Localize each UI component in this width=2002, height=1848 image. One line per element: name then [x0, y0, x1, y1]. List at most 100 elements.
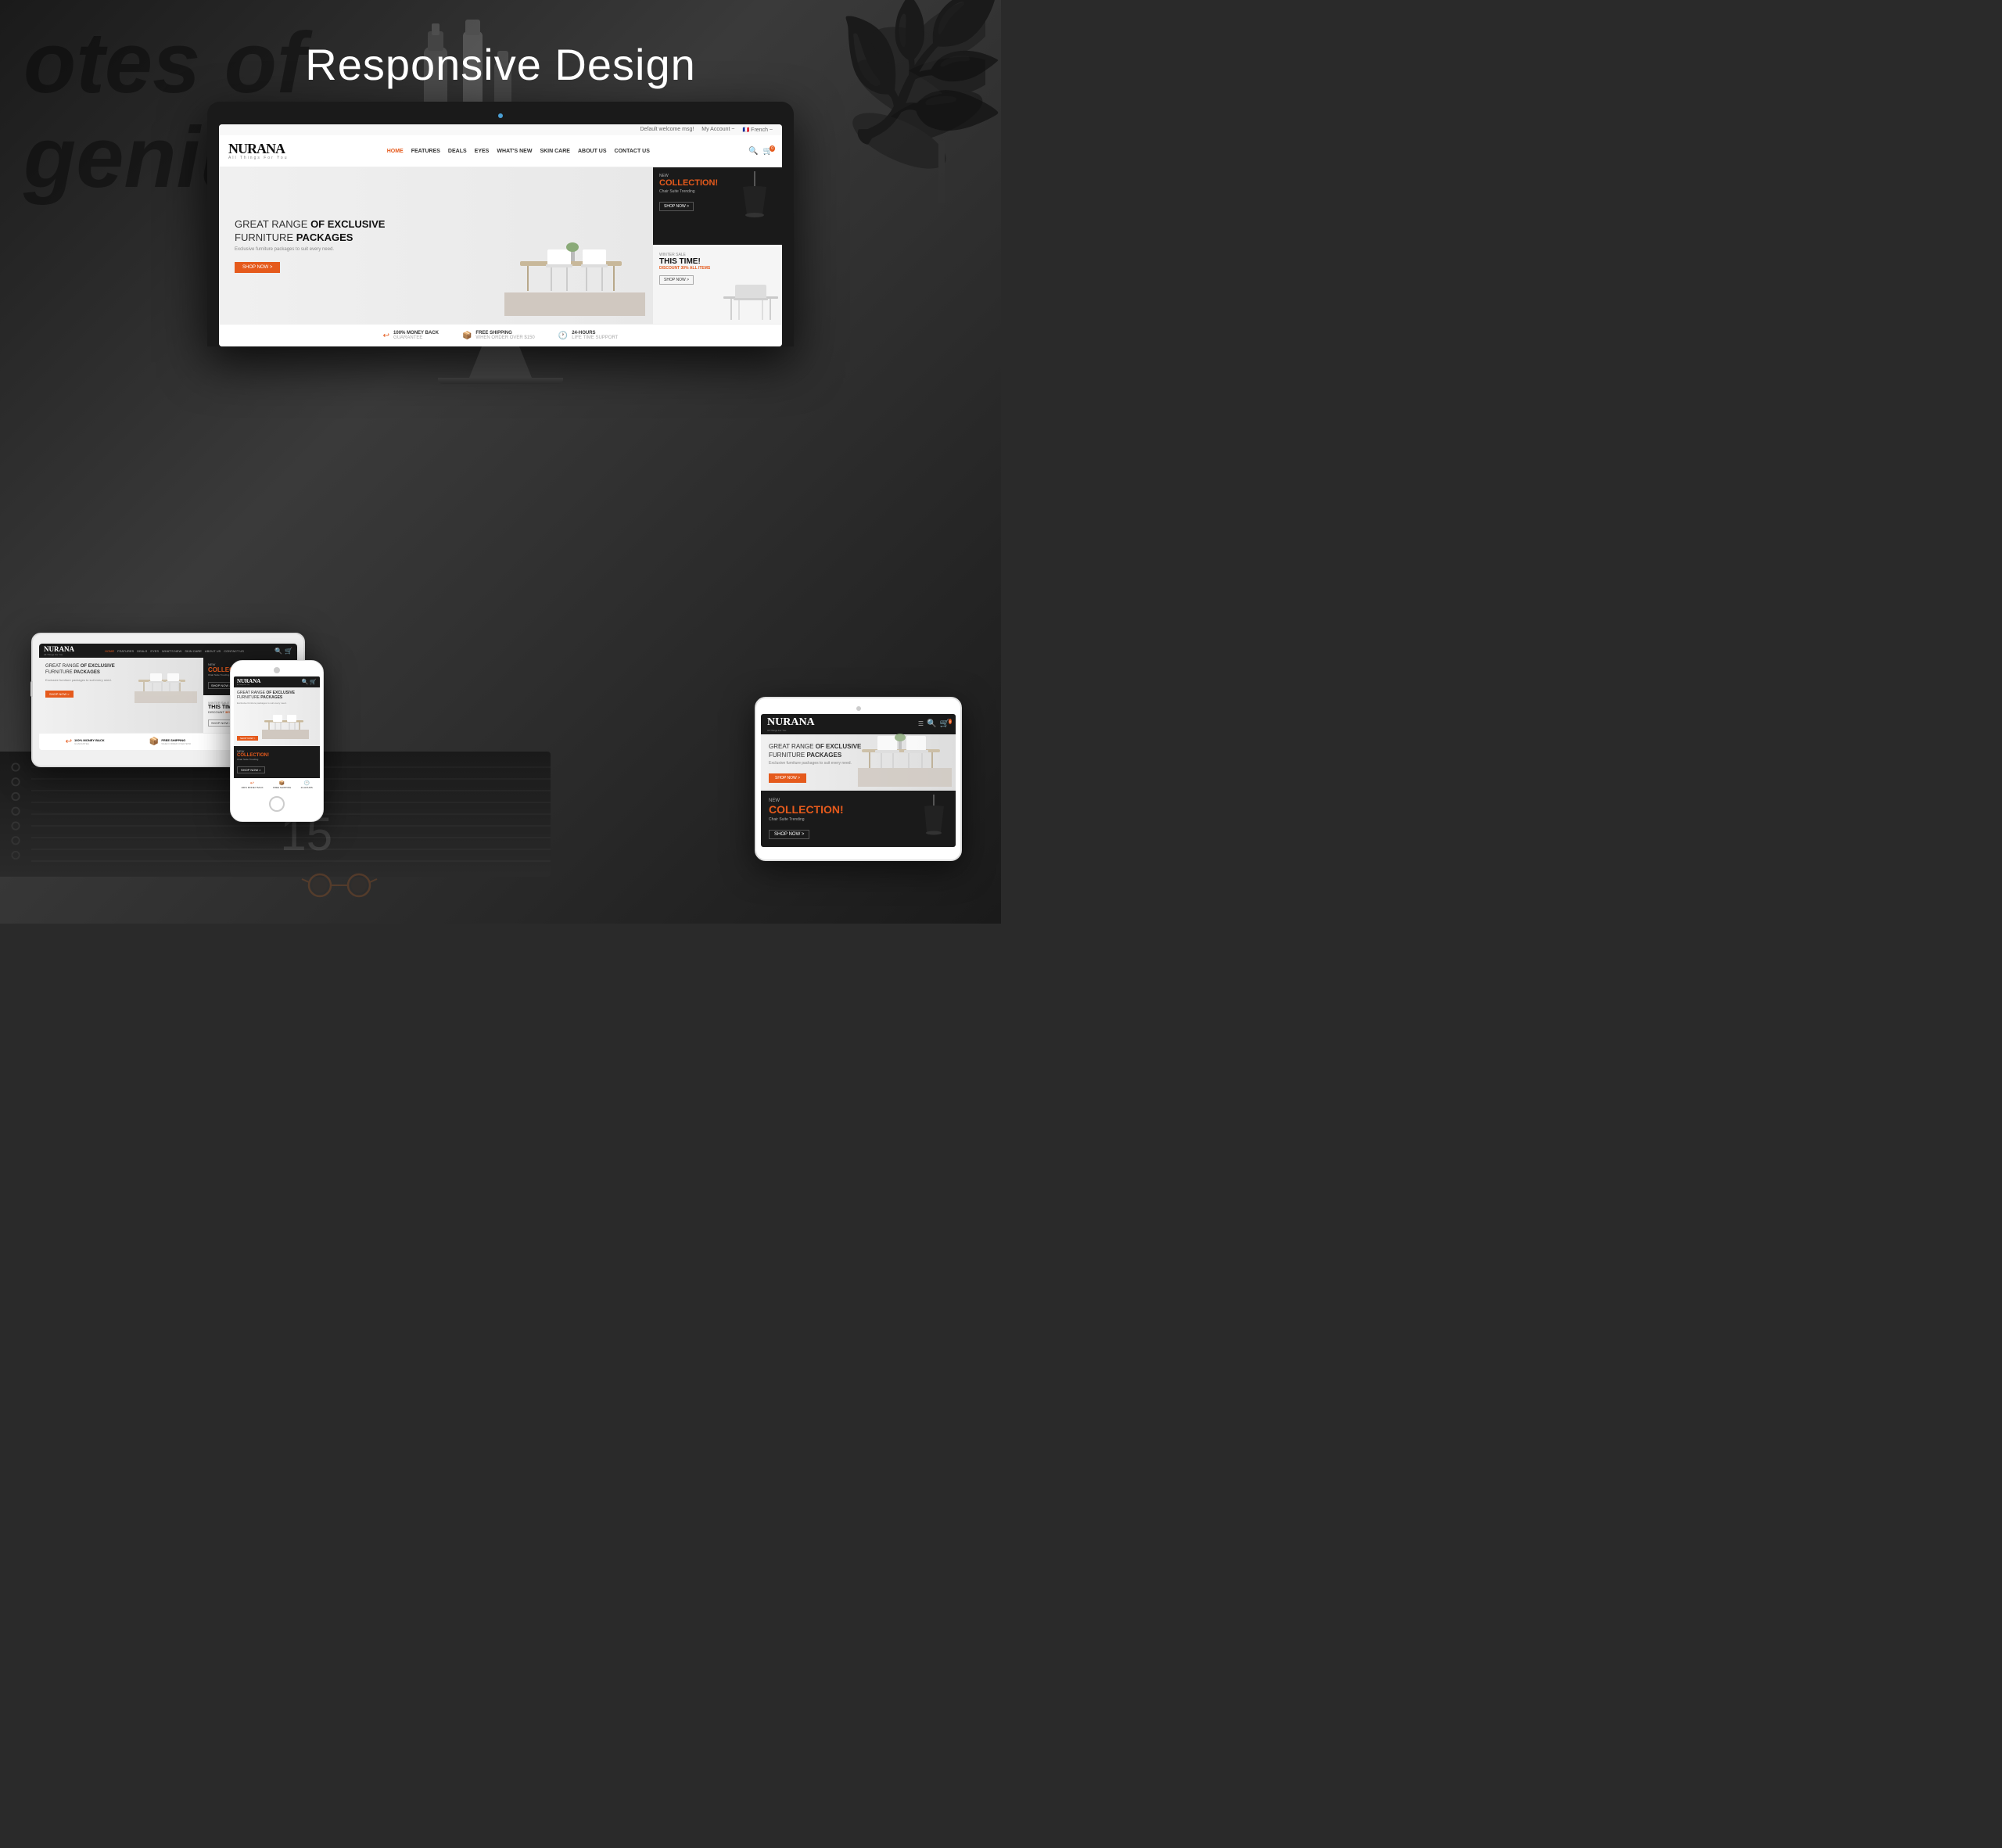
- lamp-decoration: [739, 171, 770, 226]
- tablet-hero-sub: Exclusive furniture packages to suit eve…: [45, 678, 130, 682]
- phone-logo-sub: All Things For You: [237, 684, 260, 686]
- tablet-hero-btn[interactable]: SHOP NOW >: [45, 691, 74, 698]
- tablet-right-shop-link[interactable]: SHOP NOW >: [769, 830, 809, 839]
- tablet-right-device: NURANA All Things For You ☰ 🔍 🛒0 GREAT R…: [755, 697, 962, 861]
- tablet-right-camera: [856, 706, 861, 711]
- account-link[interactable]: My Account ~: [701, 127, 734, 133]
- tablet-shipping-icon: 📦: [149, 737, 159, 746]
- hero-subtitle: Exclusive furniture packages to suit eve…: [235, 247, 637, 252]
- tablet-free-shipping: 📦 FREE SHIPPING WHEN ORDER OVER $150: [149, 737, 191, 746]
- feature-free-shipping: 📦 FREE SHIPPING WHEN ORDER OVER $150: [462, 331, 535, 340]
- phone-furniture-svg: [262, 708, 309, 739]
- nav-about-us[interactable]: ABOUT US: [578, 149, 607, 154]
- tablet-moneyback-sub: GUARANTEE: [74, 742, 105, 745]
- phone-shipping-icon: 📦: [273, 780, 291, 786]
- nav-deals[interactable]: DEALS: [448, 149, 467, 154]
- hero-main: GREAT RANGE OF EXCLUSIVE FURNITURE PACKA…: [219, 167, 653, 324]
- features-bar: ↩ 100% MONEY BACK GUARANTEE 📦 FREE SHIPP…: [219, 324, 782, 346]
- clock-icon: 🕐: [558, 332, 568, 340]
- phone-camera: [274, 667, 280, 673]
- phone-home-button[interactable]: [269, 796, 285, 812]
- tablet-search-icon[interactable]: 🔍: [274, 648, 282, 655]
- nav-whats-new[interactable]: WHAT'S NEW: [497, 149, 532, 154]
- winter-sale-shop-link[interactable]: SHOP NOW >: [659, 275, 694, 285]
- monitor: Default welcome msg! My Account ~ 🇫🇷 Fre…: [207, 102, 794, 346]
- tablet-main-hero: GREAT RANGE OF EXCLUSIVE FURNITURE PACKA…: [39, 658, 203, 733]
- tablet-right: NURANA All Things For You ☰ 🔍 🛒0 GREAT R…: [755, 697, 962, 861]
- phone-screen: NURANA All Things For You 🔍 🛒 GREAT RANG…: [234, 676, 320, 791]
- phone-search-icon[interactable]: 🔍: [302, 680, 309, 685]
- language-selector[interactable]: 🇫🇷 French ~: [743, 127, 773, 133]
- phone-cart-icon[interactable]: 🛒: [310, 680, 317, 685]
- tablet-logo-sub: All Things For You: [44, 653, 74, 656]
- cart-icon[interactable]: 🛒0: [763, 147, 773, 156]
- nav-home[interactable]: HOME: [387, 149, 404, 154]
- monitor-container: Default welcome msg! My Account ~ 🇫🇷 Fre…: [207, 102, 794, 384]
- monitor-screen: Default welcome msg! My Account ~ 🇫🇷 Fre…: [219, 124, 782, 346]
- tablet-right-collection: NEW COLLECTION! Chair Suite Trending SHO…: [761, 791, 956, 847]
- tablet-furniture-svg: [135, 664, 197, 703]
- tablet-shipping-sub: WHEN ORDER OVER $150: [161, 742, 191, 745]
- site-nav: HOME FEATURES DEALS EYES WHAT'S NEW SKIN…: [387, 149, 650, 154]
- website-content: Default welcome msg! My Account ~ 🇫🇷 Fre…: [219, 124, 782, 346]
- site-logo-text: NURANA: [228, 142, 289, 156]
- phone-clock-icon: 🕐: [301, 780, 313, 786]
- winter-sale-title: THIS TIME!: [659, 257, 776, 266]
- winter-discount: DISCOUNT 30% ALL ITEMS: [659, 266, 776, 271]
- welcome-msg: Default welcome msg!: [640, 127, 694, 133]
- camera-dot: [498, 113, 503, 118]
- nav-skin-care[interactable]: SKIN CARE: [540, 149, 570, 154]
- phone-icons: 🔍 🛒: [302, 679, 317, 685]
- site-logo-tagline: All Things For You: [228, 156, 289, 160]
- tablet-hero-text: GREAT RANGE OF EXCLUSIVE FURNITURE PACKA…: [45, 664, 130, 727]
- shipping-icon: 📦: [462, 332, 472, 340]
- tablet-moneyback-icon: ↩: [66, 737, 72, 746]
- bg-glasses: [300, 863, 379, 908]
- nav-features[interactable]: FEATURES: [411, 149, 440, 154]
- feature-money-back-sub: GUARANTEE: [393, 336, 439, 340]
- bg-spiral-binding: [0, 752, 31, 877]
- new-collection-shop-link[interactable]: SHOP NOW >: [659, 202, 694, 211]
- hero-text: GREAT RANGE OF EXCLUSIVE FURNITURE PACKA…: [235, 218, 637, 274]
- hero-side-winter-sale: WINTER SALE THIS TIME! DISCOUNT 30% ALL …: [653, 246, 782, 324]
- site-topbar: Default welcome msg! My Account ~ 🇫🇷 Fre…: [219, 124, 782, 135]
- tablet-right-screen: NURANA All Things For You ☰ 🔍 🛒0 GREAT R…: [761, 714, 956, 847]
- tablet-hero-title: GREAT RANGE OF EXCLUSIVE FURNITURE PACKA…: [45, 664, 130, 676]
- nav-contact-us[interactable]: CONTACT US: [615, 149, 650, 154]
- hero-side-panels: NEW COLLECTION! Chair Suite Trending SHO…: [653, 167, 782, 324]
- tablet-right-hero-btn[interactable]: SHOP NOW >: [769, 773, 806, 783]
- page-heading: Responsive Design: [305, 39, 695, 90]
- tablet-logo: NURANA: [44, 645, 74, 653]
- phone-hero: GREAT RANGE OF EXCLUSIVE FURNITURE PACKA…: [234, 687, 320, 746]
- phone-shop-link[interactable]: SHOP NOW >: [237, 766, 265, 773]
- tablet-volume-button: [30, 681, 33, 697]
- site-hero: GREAT RANGE OF EXCLUSIVE FURNITURE PACKA…: [219, 167, 782, 324]
- feature-shipping-sub: WHEN ORDER OVER $150: [475, 336, 534, 340]
- hero-title: GREAT RANGE OF EXCLUSIVE FURNITURE PACKA…: [235, 218, 637, 245]
- phone-container: NURANA All Things For You 🔍 🛒 GREAT RANG…: [230, 660, 324, 822]
- hero-cta-button[interactable]: SHOP NOW >: [235, 262, 280, 273]
- phone-features: ↩ 100% MONEY BACK 📦 FREE SHIPPING 🕐 24-H…: [234, 778, 320, 791]
- site-logo-block[interactable]: NURANA All Things For You: [228, 142, 289, 160]
- tablet-nav: HOME FEATURES DEALS EYES WHAT'S NEW SKIN…: [105, 649, 244, 653]
- search-icon[interactable]: 🔍: [748, 147, 758, 156]
- phone-feat-3: 🕐 24-HOURS: [301, 780, 313, 789]
- phone-hero-btn[interactable]: SHOP NOW >: [237, 736, 258, 741]
- tablet-right-logo-sub: All Things For You: [767, 729, 815, 732]
- tablet-cart-icon[interactable]: 🛒: [285, 648, 292, 655]
- tablet-right-logo: NURANA: [767, 716, 815, 729]
- phone-feat-2: 📦 FREE SHIPPING: [273, 780, 291, 789]
- phone-feat-1: ↩ 100% MONEY BACK: [241, 780, 263, 789]
- feature-money-back: ↩ 100% MONEY BACK GUARANTEE: [383, 331, 439, 340]
- site-header: NURANA All Things For You HOME FEATURES …: [219, 135, 782, 167]
- nav-eyes[interactable]: EYES: [475, 149, 490, 154]
- phone-hero-sub: Exclusive furniture packages to suit eve…: [237, 702, 317, 705]
- phone-hero-title: GREAT RANGE OF EXCLUSIVE FURNITURE PACKA…: [237, 691, 317, 700]
- feature-24-hours: 🕐 24-HOURS LIFE TIME SUPPORT: [558, 331, 619, 340]
- phone-logo: NURANA: [237, 678, 260, 684]
- tablet-right-furniture-svg: [858, 724, 952, 787]
- site-header-icons: 🔍 🛒0: [748, 147, 773, 156]
- monitor-base: [438, 378, 563, 384]
- tablet-money-back: ↩ 100% MONEY BACK GUARANTEE: [66, 737, 105, 746]
- monitor-stand: [469, 346, 532, 378]
